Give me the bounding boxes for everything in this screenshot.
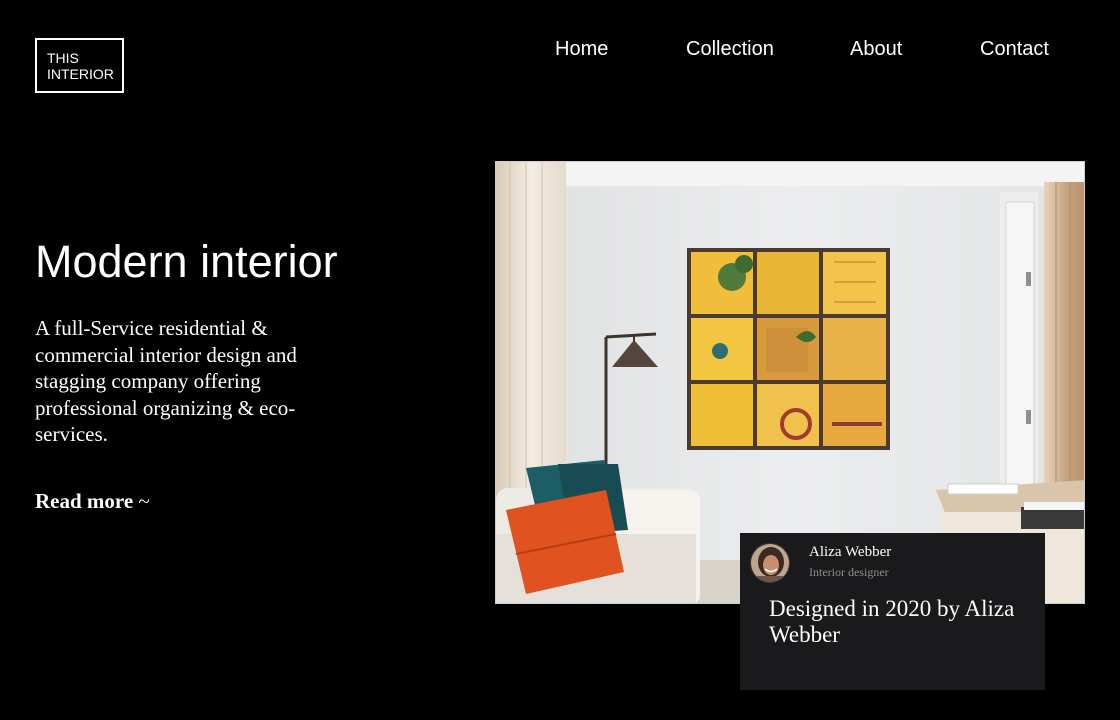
read-more-label: Read more xyxy=(35,489,134,513)
main-nav: Home Collection About Contact xyxy=(0,38,1120,62)
logo-line-2: INTERIOR xyxy=(47,66,114,82)
avatar-photo-icon xyxy=(751,544,789,582)
designer-quote: Designed in 2020 by Aliza Webber xyxy=(769,596,1015,647)
hero-title: Modern interior xyxy=(35,236,338,287)
designer-avatar[interactable] xyxy=(750,543,790,583)
nav-about[interactable]: About xyxy=(850,38,902,61)
designer-role: Interior designer xyxy=(809,565,889,579)
nav-contact[interactable]: Contact xyxy=(980,38,1049,61)
nav-collection[interactable]: Collection xyxy=(686,38,774,61)
designer-card: Aliza Webber Interior designer Designed … xyxy=(740,533,1045,690)
tilde-icon: ~ xyxy=(138,489,150,513)
hero-description: A full-Service residential & commercial … xyxy=(35,316,297,446)
nav-home[interactable]: Home xyxy=(555,38,608,61)
designer-name: Aliza Webber xyxy=(809,544,892,560)
read-more-link[interactable]: Read more ~ xyxy=(35,487,150,515)
wall-art-grid xyxy=(687,248,890,450)
